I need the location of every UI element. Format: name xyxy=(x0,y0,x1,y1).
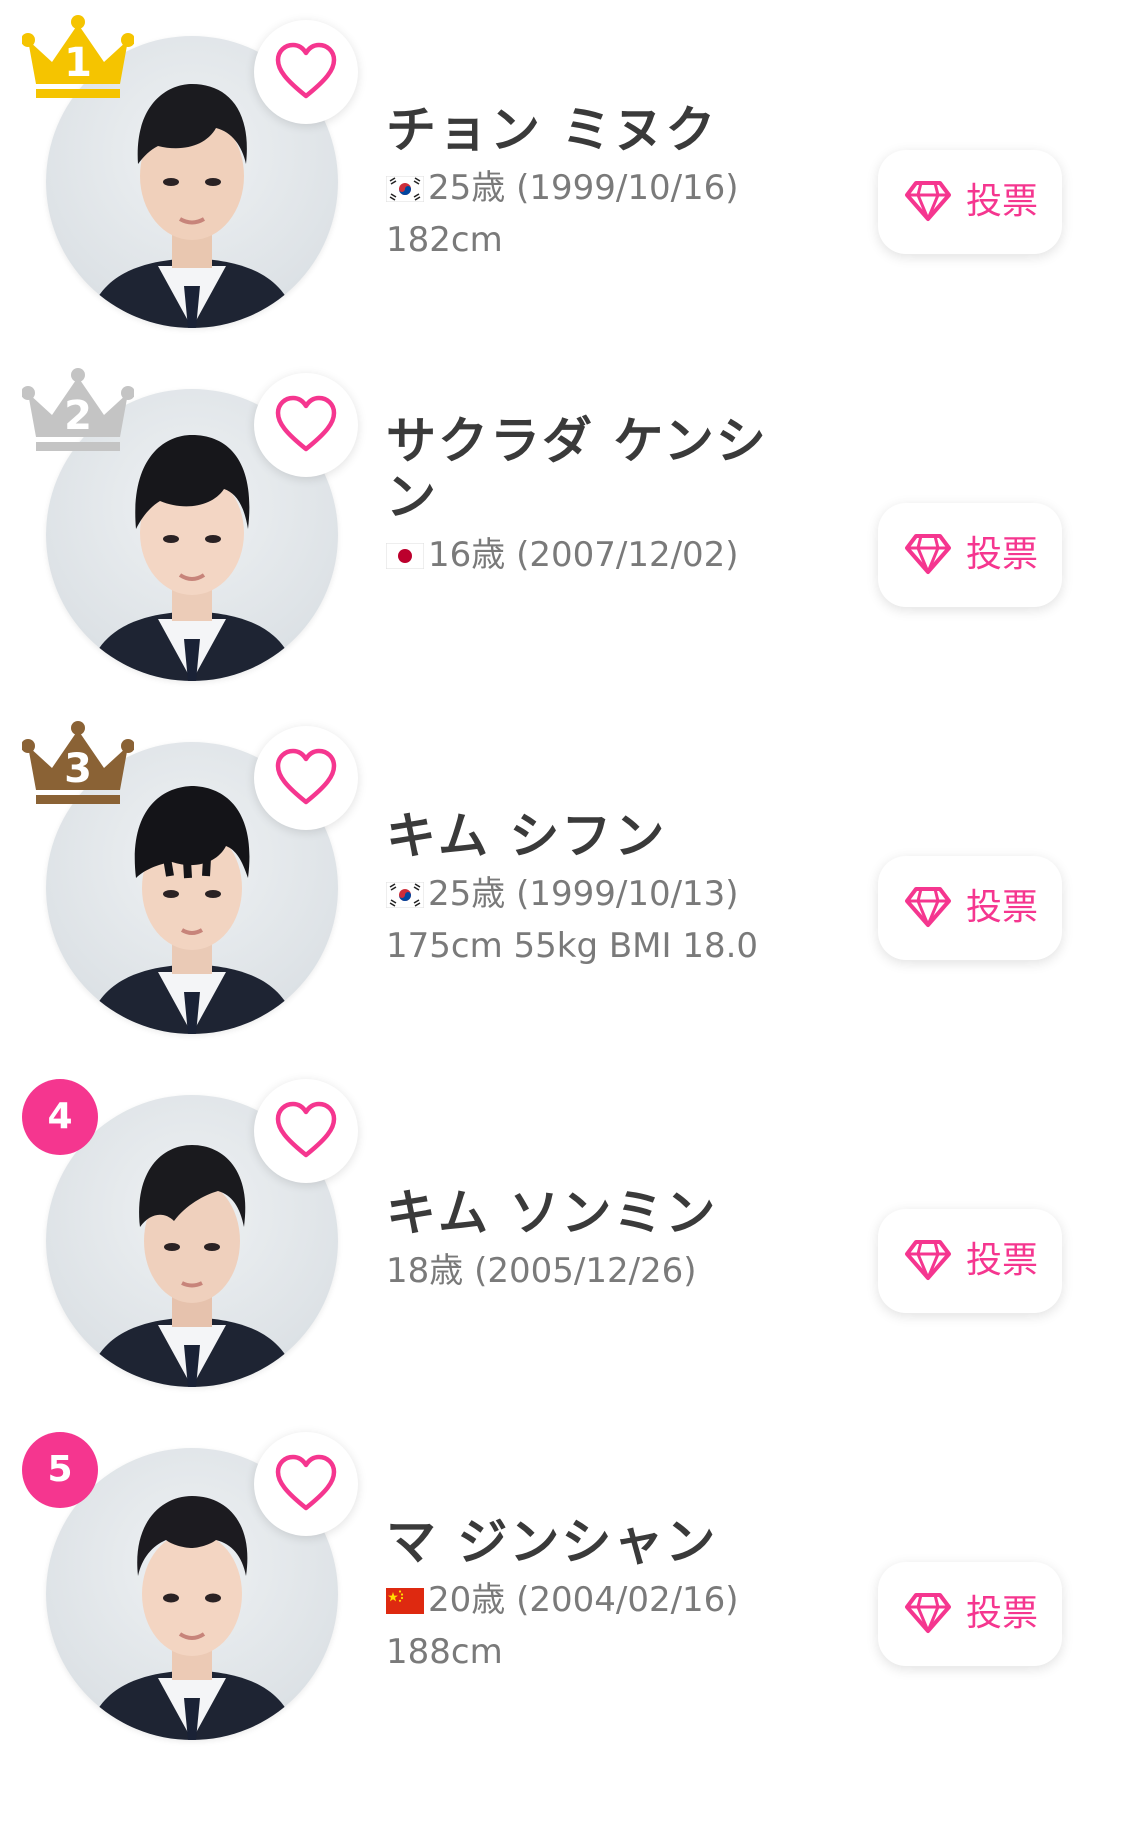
age-birth-text: 25歳 (1999/10/16) xyxy=(428,168,739,208)
vote-label: 投票 xyxy=(966,181,1039,222)
candidate-stats: 182cm xyxy=(386,220,503,260)
candidate-age-birth: 25歳 (1999/10/13) xyxy=(386,874,806,914)
vote-label: 投票 xyxy=(966,1593,1039,1634)
candidate-name: キム シフン xyxy=(386,807,667,865)
favorite-button[interactable] xyxy=(254,20,358,124)
candidate-name: チョン ミヌク xyxy=(386,101,718,159)
rank-number: 2 xyxy=(64,393,92,439)
candidate-name: マ ジンシャン xyxy=(386,1513,718,1571)
candidate-info: キム ソンミン 18歳 (2005/12/26) xyxy=(386,1185,806,1291)
candidate-row-5[interactable]: 5 マ ジンシャン 20歳 (2004/02/16) 188cm 投票 xyxy=(0,1422,1144,1775)
china-flag-icon xyxy=(386,1588,424,1614)
japan-flag-icon xyxy=(386,543,424,569)
candidate-stats: 175cm 55kg BMI 18.0 xyxy=(386,926,759,966)
diamond-icon xyxy=(905,1593,951,1633)
candidate-age-birth: 16歳 (2007/12/02) xyxy=(386,535,786,575)
vote-button[interactable]: 投票 xyxy=(878,150,1062,254)
rank-crown-gold-icon: 1 xyxy=(22,10,134,102)
vote-label: 投票 xyxy=(966,534,1039,575)
candidate-row-3[interactable]: 3 キム シフン 25歳 (1999/10/13) 175cm 55kg BMI… xyxy=(0,716,1144,1069)
candidate-info: マ ジンシャン 20歳 (2004/02/16) 188cm xyxy=(386,1514,806,1672)
candidate-age-birth: 20歳 (2004/02/16) xyxy=(386,1580,806,1620)
candidate-row-1[interactable]: 1 チョン ミヌク 25歳 (1999/10/16) 182cm 投票 xyxy=(0,10,1144,363)
favorite-button[interactable] xyxy=(254,373,358,477)
korea-flag-icon xyxy=(386,176,424,202)
rank-number: 3 xyxy=(64,746,92,792)
heart-icon xyxy=(275,42,337,99)
rank-crown-bronze-icon: 3 xyxy=(22,716,134,808)
diamond-icon xyxy=(905,887,951,927)
heart-icon xyxy=(275,1454,337,1511)
candidate-name: キム ソンミン xyxy=(386,1184,718,1242)
favorite-button[interactable] xyxy=(254,1432,358,1536)
diamond-icon xyxy=(905,1240,951,1280)
candidate-row-2[interactable]: 2 サクラダ ケンシン 16歳 (2007/12/02) 投票 xyxy=(0,363,1144,716)
favorite-button[interactable] xyxy=(254,1079,358,1183)
vote-button[interactable]: 投票 xyxy=(878,1209,1062,1313)
diamond-icon xyxy=(905,181,951,221)
vote-button[interactable]: 投票 xyxy=(878,503,1062,607)
diamond-icon xyxy=(905,534,951,574)
age-birth-text: 18歳 (2005/12/26) xyxy=(386,1251,697,1291)
age-birth-text: 25歳 (1999/10/13) xyxy=(428,874,739,914)
rank-badge: 5 xyxy=(22,1432,98,1508)
candidate-info: キム シフン 25歳 (1999/10/13) 175cm 55kg BMI 1… xyxy=(386,808,806,966)
candidate-info: チョン ミヌク 25歳 (1999/10/16) 182cm xyxy=(386,102,806,260)
rank-badge: 4 xyxy=(22,1079,98,1155)
candidate-row-4[interactable]: 4 キム ソンミン 18歳 (2005/12/26) 投票 xyxy=(0,1069,1144,1422)
candidate-name: サクラダ ケンシン xyxy=(386,412,768,526)
vote-label: 投票 xyxy=(966,887,1039,928)
vote-button[interactable]: 投票 xyxy=(878,856,1062,960)
heart-icon xyxy=(275,748,337,805)
candidate-info: サクラダ ケンシン 16歳 (2007/12/02) xyxy=(386,413,786,575)
ranking-list: 1 チョン ミヌク 25歳 (1999/10/16) 182cm 投票 2 サク… xyxy=(0,0,1144,1827)
age-birth-text: 16歳 (2007/12/02) xyxy=(428,535,739,575)
heart-icon xyxy=(275,395,337,452)
heart-icon xyxy=(275,1101,337,1158)
vote-label: 投票 xyxy=(966,1240,1039,1281)
candidate-age-birth: 18歳 (2005/12/26) xyxy=(386,1251,806,1291)
favorite-button[interactable] xyxy=(254,726,358,830)
candidate-stats: 188cm xyxy=(386,1632,503,1672)
rank-number: 1 xyxy=(64,40,92,86)
vote-button[interactable]: 投票 xyxy=(878,1562,1062,1666)
candidate-age-birth: 25歳 (1999/10/16) xyxy=(386,168,806,208)
korea-flag-icon xyxy=(386,882,424,908)
rank-crown-silver-icon: 2 xyxy=(22,363,134,455)
age-birth-text: 20歳 (2004/02/16) xyxy=(428,1580,739,1620)
